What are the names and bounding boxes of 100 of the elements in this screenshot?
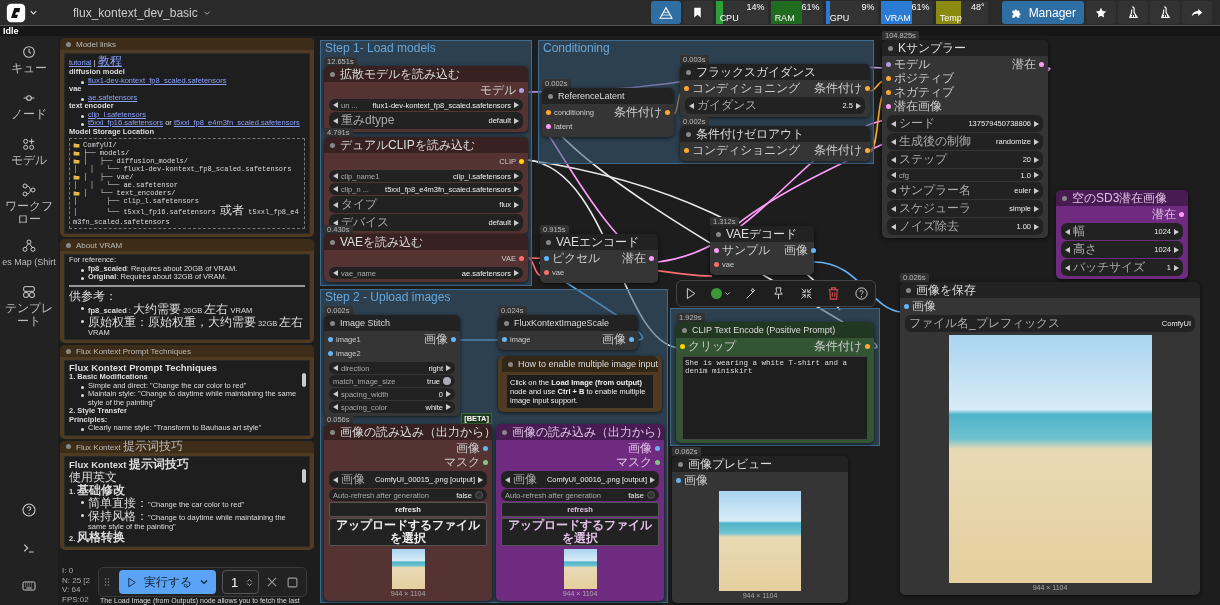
node-header[interactable]: 画像の読み込み（出力から） [324, 424, 492, 440]
widget-label: シード [899, 115, 936, 132]
node-header[interactable]: 条件付けゼロアウト [680, 126, 870, 142]
output-slot[interactable]: 画像 [624, 441, 664, 455]
arrow-right-icon [1174, 246, 1179, 253]
output-slot[interactable]: モデル [476, 83, 528, 97]
node-header[interactable]: ReferenceLatent [542, 88, 674, 104]
node-header[interactable]: FluxKontextImageScale [498, 315, 638, 331]
output-slot[interactable]: マスク [612, 455, 664, 469]
node-header[interactable]: フラックスガイダンス [680, 64, 870, 80]
widget-button[interactable]: アップロードするファイルを選択 [501, 518, 659, 546]
monitor-value: 61% [801, 2, 820, 12]
arrow-left-icon [1065, 264, 1070, 271]
help-button[interactable] [853, 286, 869, 301]
arrow-left-icon [1065, 228, 1070, 235]
input-slot[interactable]: コンディショニング [680, 81, 804, 95]
input-slot[interactable]: モデル [882, 57, 958, 71]
sidebar-tab[interactable]: es Map (Shirt [1, 230, 57, 276]
output-slot[interactable]: マスク [440, 455, 492, 469]
bookmark-button[interactable] [682, 1, 713, 24]
folder-icon [73, 174, 80, 181]
input-slot[interactable]: 画像 [900, 299, 940, 313]
output-slot[interactable]: 画像 [598, 332, 638, 346]
node-header[interactable]: Flux Kontext 提示词技巧 [60, 440, 314, 453]
input-slot[interactable]: 画像 [672, 473, 712, 487]
batch-count-field[interactable]: 1 [222, 570, 260, 594]
node-title: 条件付けゼロアウト [696, 125, 804, 143]
crystools-button[interactable] [650, 1, 681, 24]
broom-button[interactable] [1150, 1, 1180, 24]
color-picker-button[interactable] [710, 288, 732, 299]
node-header[interactable]: 空のSD3潜在画像 [1056, 190, 1188, 206]
collapse-dot-icon [66, 348, 71, 354]
node-header[interactable]: Model links [60, 38, 314, 50]
node-header[interactable]: Flux Kontext Prompt Techniques [60, 345, 314, 357]
node-header[interactable]: Image Stitch [324, 315, 460, 331]
arrow-right-icon [1034, 205, 1039, 212]
node-header[interactable]: VAEを読み込む [324, 234, 528, 250]
star-button[interactable] [1086, 1, 1116, 24]
input-slot[interactable]: コンディショニング [680, 143, 804, 157]
arrow-right-icon [1034, 138, 1039, 145]
node-header[interactable]: About VRAM [60, 239, 314, 251]
broom-button[interactable] [1118, 1, 1148, 24]
arrow-left-icon [333, 201, 338, 208]
output-slot[interactable]: 潜在 [618, 251, 658, 265]
collapse-button[interactable] [798, 286, 814, 301]
output-slot[interactable]: 潜在 [1148, 207, 1188, 221]
node-title: ReferenceLatent [558, 91, 625, 101]
sidebar-tab[interactable]: キュー [1, 36, 57, 82]
output-slot[interactable]: 潜在 [1008, 57, 1048, 71]
input-slot[interactable]: ポジティブ [882, 71, 958, 85]
widget-button[interactable]: アップロードするファイルを選択 [329, 518, 487, 546]
input-slot[interactable]: ネガティブ [882, 85, 958, 99]
workflow-icon [21, 182, 37, 198]
bullet-icon [81, 123, 84, 126]
node-header[interactable]: 画像を保存 [900, 282, 1200, 298]
collapse-dot-icon [508, 361, 513, 367]
node-header[interactable]: How to enable multiple image input [502, 356, 658, 372]
arrow-right-icon [1034, 120, 1039, 127]
node-header[interactable]: 拡散モデルを読み込む [324, 66, 528, 82]
node-header[interactable]: VAEエンコード [540, 234, 658, 250]
workflow-tab[interactable]: flux_kontext_dev_basic [67, 4, 218, 21]
arrow-right-icon [1174, 228, 1179, 235]
output-slot[interactable]: 画像 [452, 441, 492, 455]
sidebar-tab[interactable]: テンプレート [1, 276, 57, 332]
node-header[interactable]: 画像プレビュー [672, 456, 848, 472]
input-slot[interactable]: クリップ [676, 339, 740, 353]
share-button[interactable] [1182, 1, 1212, 24]
output-slot[interactable]: 条件付け [610, 105, 674, 119]
node-title: 拡散モデルを読み込む [340, 65, 460, 83]
node-header[interactable]: CLIP Text Encode (Positive Prompt) [676, 322, 874, 338]
graph-node[interactable]: 条件付けゼロアウト コンディショニング 条件付け [680, 126, 870, 161]
monitor-value: 14% [746, 2, 765, 12]
output-slot[interactable]: 条件付け [810, 339, 874, 353]
sidebar-tab[interactable]: ノード [1, 82, 57, 128]
input-slot[interactable]: サンプル [710, 243, 774, 257]
node-title: 画像プレビュー [688, 455, 772, 473]
delete-button[interactable] [826, 286, 842, 301]
run-button[interactable]: 実行する [119, 570, 216, 594]
input-slot[interactable]: 潜在画像 [882, 99, 958, 113]
widget-label: ステップ [899, 151, 949, 168]
sidebar-tab[interactable]: ワークフロー [1, 174, 57, 230]
arrow-left-icon [891, 138, 896, 145]
node-header[interactable]: VAEデコード [710, 226, 814, 242]
node-title: VAEを読み込む [340, 233, 424, 251]
widget-label: ノイズ除去 [899, 218, 960, 235]
input-slot[interactable]: ピクセル [540, 251, 604, 265]
node-header[interactable]: デュアルCLIPを読み込む [324, 137, 528, 153]
manager-button[interactable]: Manager [1001, 1, 1084, 24]
stop-button[interactable] [285, 574, 301, 590]
node-group[interactable] [320, 289, 668, 603]
output-slot[interactable]: 画像 [420, 332, 460, 346]
node-header[interactable]: Kサンプラー [882, 40, 1048, 56]
node-header[interactable]: 画像の読み込み（出力から） [496, 424, 664, 440]
node-group[interactable] [320, 40, 532, 286]
bullet-icon [81, 394, 84, 397]
note-node[interactable] [60, 345, 314, 439]
widget-label: 高さ [1073, 241, 1098, 258]
monitor-label: RAM [774, 13, 795, 23]
widget-label: 幅 [1073, 223, 1086, 240]
sidebar-tab[interactable]: モデル [1, 128, 57, 174]
